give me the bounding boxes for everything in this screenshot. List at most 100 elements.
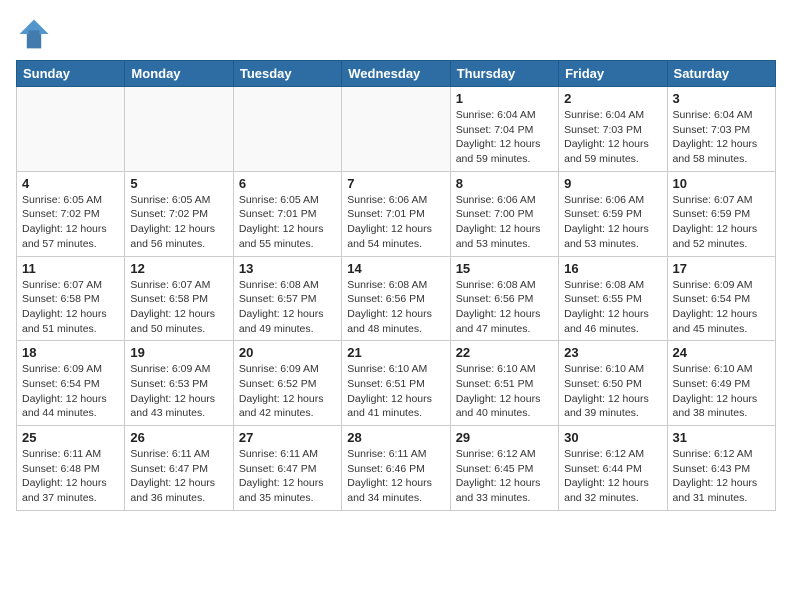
day-info: Sunrise: 6:07 AM Sunset: 6:58 PM Dayligh… [130, 278, 227, 337]
calendar-table: SundayMondayTuesdayWednesdayThursdayFrid… [16, 60, 776, 511]
weekday-header: Monday [125, 61, 233, 87]
weekday-header: Friday [559, 61, 667, 87]
calendar-cell: 19 Sunrise: 6:09 AM Sunset: 6:53 PM Dayli… [125, 341, 233, 426]
day-number: 29 [456, 430, 553, 445]
day-number: 13 [239, 261, 336, 276]
calendar-cell: 15 Sunrise: 6:08 AM Sunset: 6:56 PM Dayli… [450, 256, 558, 341]
weekday-header: Tuesday [233, 61, 341, 87]
day-number: 12 [130, 261, 227, 276]
day-number: 5 [130, 176, 227, 191]
day-info: Sunrise: 6:08 AM Sunset: 6:56 PM Dayligh… [456, 278, 553, 337]
day-info: Sunrise: 6:12 AM Sunset: 6:45 PM Dayligh… [456, 447, 553, 506]
day-info: Sunrise: 6:10 AM Sunset: 6:51 PM Dayligh… [456, 362, 553, 421]
calendar-header-row: SundayMondayTuesdayWednesdayThursdayFrid… [17, 61, 776, 87]
calendar-cell: 11Sunrise: 6:07 AM Sunset: 6:58 PM Dayli… [17, 256, 125, 341]
day-info: Sunrise: 6:04 AM Sunset: 7:03 PM Dayligh… [564, 108, 661, 167]
calendar-cell: 7Sunrise: 6:06 AM Sunset: 7:01 PM Daylig… [342, 171, 450, 256]
calendar-cell: 27 Sunrise: 6:11 AM Sunset: 6:47 PM Dayli… [233, 426, 341, 511]
calendar-cell: 10 Sunrise: 6:07 AM Sunset: 6:59 PM Dayli… [667, 171, 775, 256]
day-info: Sunrise: 6:11 AM Sunset: 6:46 PM Dayligh… [347, 447, 444, 506]
calendar-cell: 6 Sunrise: 6:05 AM Sunset: 7:01 PM Daylig… [233, 171, 341, 256]
day-number: 24 [673, 345, 770, 360]
weekday-header: Thursday [450, 61, 558, 87]
day-info: Sunrise: 6:11 AM Sunset: 6:48 PM Dayligh… [22, 447, 119, 506]
day-info: Sunrise: 6:11 AM Sunset: 6:47 PM Dayligh… [130, 447, 227, 506]
day-info: Sunrise: 6:06 AM Sunset: 7:00 PM Dayligh… [456, 193, 553, 252]
calendar-cell: 1 Sunrise: 6:04 AM Sunset: 7:04 PM Daylig… [450, 87, 558, 172]
logo [16, 16, 56, 52]
weekday-header: Saturday [667, 61, 775, 87]
day-info: Sunrise: 6:10 AM Sunset: 6:51 PM Dayligh… [347, 362, 444, 421]
day-info: Sunrise: 6:04 AM Sunset: 7:03 PM Dayligh… [673, 108, 770, 167]
calendar-cell: 13 Sunrise: 6:08 AM Sunset: 6:57 PM Dayli… [233, 256, 341, 341]
calendar-cell: 20Sunrise: 6:09 AM Sunset: 6:52 PM Dayli… [233, 341, 341, 426]
calendar-cell: 22 Sunrise: 6:10 AM Sunset: 6:51 PM Dayli… [450, 341, 558, 426]
calendar-cell [233, 87, 341, 172]
day-info: Sunrise: 6:11 AM Sunset: 6:47 PM Dayligh… [239, 447, 336, 506]
calendar-cell: 24 Sunrise: 6:10 AM Sunset: 6:49 PM Dayli… [667, 341, 775, 426]
day-info: Sunrise: 6:08 AM Sunset: 6:57 PM Dayligh… [239, 278, 336, 337]
day-number: 27 [239, 430, 336, 445]
calendar-cell: 16 Sunrise: 6:08 AM Sunset: 6:55 PM Dayli… [559, 256, 667, 341]
calendar-cell: 18Sunrise: 6:09 AM Sunset: 6:54 PM Dayli… [17, 341, 125, 426]
day-number: 15 [456, 261, 553, 276]
weekday-header: Sunday [17, 61, 125, 87]
day-info: Sunrise: 6:07 AM Sunset: 6:59 PM Dayligh… [673, 193, 770, 252]
day-info: Sunrise: 6:06 AM Sunset: 7:01 PM Dayligh… [347, 193, 444, 252]
day-number: 22 [456, 345, 553, 360]
day-number: 17 [673, 261, 770, 276]
calendar-cell: 31 Sunrise: 6:12 AM Sunset: 6:43 PM Dayli… [667, 426, 775, 511]
day-number: 16 [564, 261, 661, 276]
day-number: 28 [347, 430, 444, 445]
day-number: 20 [239, 345, 336, 360]
day-info: Sunrise: 6:12 AM Sunset: 6:44 PM Dayligh… [564, 447, 661, 506]
day-number: 9 [564, 176, 661, 191]
calendar-week-row: 25 Sunrise: 6:11 AM Sunset: 6:48 PM Dayli… [17, 426, 776, 511]
day-info: Sunrise: 6:08 AM Sunset: 6:55 PM Dayligh… [564, 278, 661, 337]
calendar-cell [342, 87, 450, 172]
calendar-cell: 30 Sunrise: 6:12 AM Sunset: 6:44 PM Dayli… [559, 426, 667, 511]
day-info: Sunrise: 6:05 AM Sunset: 7:01 PM Dayligh… [239, 193, 336, 252]
calendar-cell: 21 Sunrise: 6:10 AM Sunset: 6:51 PM Dayli… [342, 341, 450, 426]
calendar-cell: 5Sunrise: 6:05 AM Sunset: 7:02 PM Daylig… [125, 171, 233, 256]
calendar-week-row: 4Sunrise: 6:05 AM Sunset: 7:02 PM Daylig… [17, 171, 776, 256]
logo-icon [16, 16, 52, 52]
day-number: 26 [130, 430, 227, 445]
calendar-cell: 8 Sunrise: 6:06 AM Sunset: 7:00 PM Daylig… [450, 171, 558, 256]
day-number: 19 [130, 345, 227, 360]
day-number: 10 [673, 176, 770, 191]
calendar-cell: 29 Sunrise: 6:12 AM Sunset: 6:45 PM Dayli… [450, 426, 558, 511]
day-number: 21 [347, 345, 444, 360]
calendar-cell: 28 Sunrise: 6:11 AM Sunset: 6:46 PM Dayli… [342, 426, 450, 511]
day-number: 8 [456, 176, 553, 191]
calendar-cell: 2 Sunrise: 6:04 AM Sunset: 7:03 PM Daylig… [559, 87, 667, 172]
day-info: Sunrise: 6:09 AM Sunset: 6:54 PM Dayligh… [673, 278, 770, 337]
day-number: 4 [22, 176, 119, 191]
day-info: Sunrise: 6:09 AM Sunset: 6:54 PM Dayligh… [22, 362, 119, 421]
calendar-cell: 17 Sunrise: 6:09 AM Sunset: 6:54 PM Dayli… [667, 256, 775, 341]
day-number: 1 [456, 91, 553, 106]
day-info: Sunrise: 6:09 AM Sunset: 6:53 PM Dayligh… [130, 362, 227, 421]
calendar-cell: 12 Sunrise: 6:07 AM Sunset: 6:58 PM Dayli… [125, 256, 233, 341]
calendar-cell [125, 87, 233, 172]
day-info: Sunrise: 6:12 AM Sunset: 6:43 PM Dayligh… [673, 447, 770, 506]
calendar-cell [17, 87, 125, 172]
day-info: Sunrise: 6:04 AM Sunset: 7:04 PM Dayligh… [456, 108, 553, 167]
day-info: Sunrise: 6:08 AM Sunset: 6:56 PM Dayligh… [347, 278, 444, 337]
day-number: 25 [22, 430, 119, 445]
day-info: Sunrise: 6:10 AM Sunset: 6:49 PM Dayligh… [673, 362, 770, 421]
day-number: 2 [564, 91, 661, 106]
day-number: 14 [347, 261, 444, 276]
day-number: 3 [673, 91, 770, 106]
day-number: 31 [673, 430, 770, 445]
page-header [16, 16, 776, 52]
day-number: 6 [239, 176, 336, 191]
calendar-cell: 9Sunrise: 6:06 AM Sunset: 6:59 PM Daylig… [559, 171, 667, 256]
calendar-cell: 14 Sunrise: 6:08 AM Sunset: 6:56 PM Dayli… [342, 256, 450, 341]
calendar-cell: 25 Sunrise: 6:11 AM Sunset: 6:48 PM Dayli… [17, 426, 125, 511]
calendar-week-row: 18Sunrise: 6:09 AM Sunset: 6:54 PM Dayli… [17, 341, 776, 426]
calendar-week-row: 1 Sunrise: 6:04 AM Sunset: 7:04 PM Daylig… [17, 87, 776, 172]
day-number: 30 [564, 430, 661, 445]
calendar-cell: 3 Sunrise: 6:04 AM Sunset: 7:03 PM Daylig… [667, 87, 775, 172]
day-number: 23 [564, 345, 661, 360]
